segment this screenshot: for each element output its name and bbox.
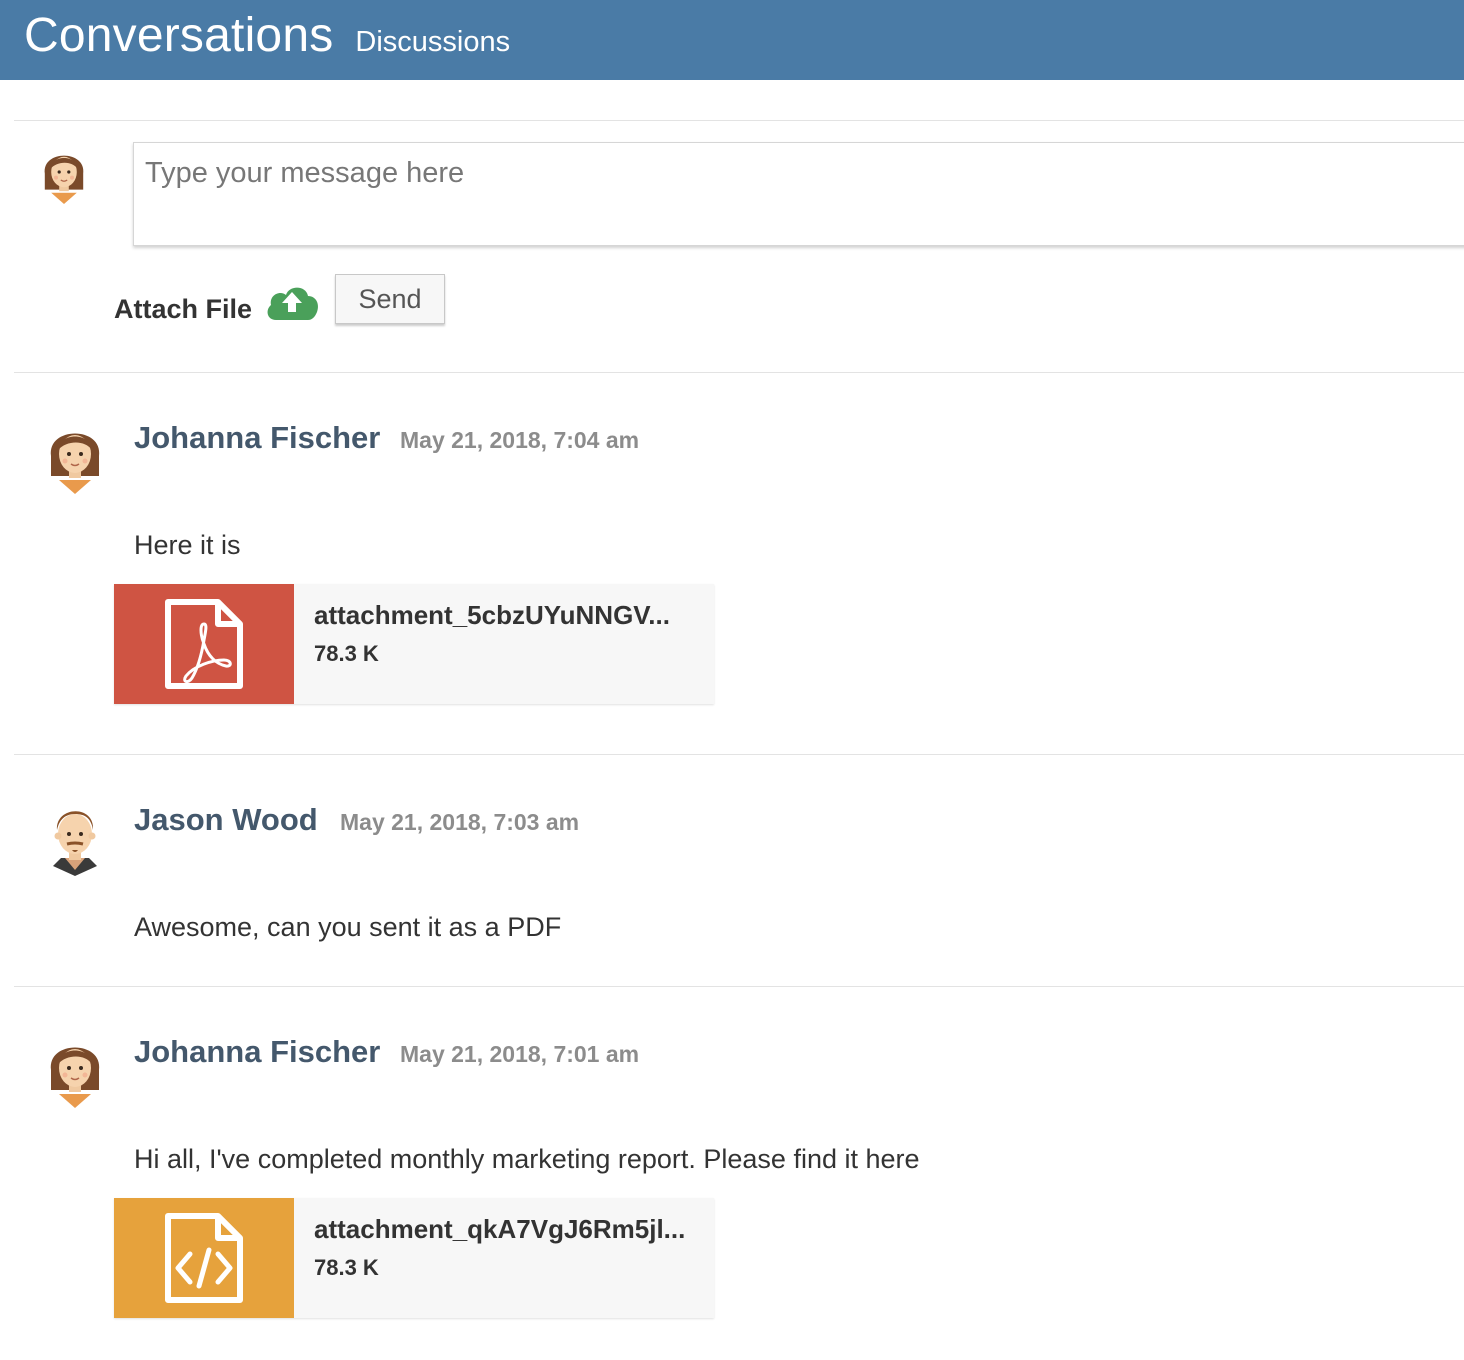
message-author-avatar: [50, 1047, 100, 1108]
divider: [14, 372, 1464, 373]
message-timestamp: May 21, 2018, 7:04 am: [400, 427, 640, 453]
page-title: Conversations: [24, 9, 334, 62]
attachment-filesize: 78.3 K: [314, 641, 379, 666]
message-author-avatar: [53, 811, 97, 876]
attachment-filename[interactable]: attachment_qkA7VgJ6Rm5jl...: [314, 1214, 685, 1245]
attachment-card[interactable]: attachment_qkA7VgJ6Rm5jl... 78.3 K: [114, 1198, 714, 1318]
message-author-avatar: [50, 433, 100, 494]
message-text: Hi all, I've completed monthly marketing…: [134, 1144, 920, 1174]
message-input[interactable]: [134, 143, 1464, 245]
send-button[interactable]: Send: [335, 274, 445, 324]
app-header: Conversations Discussions: [0, 0, 1464, 80]
current-user-avatar: [44, 155, 84, 204]
message-author[interactable]: Johanna Fischer: [134, 420, 380, 456]
attachment-card[interactable]: attachment_5cbzUYuNNGV... 78.3 K: [114, 584, 714, 704]
message-compose-box[interactable]: [133, 142, 1464, 246]
attachment-filename[interactable]: attachment_5cbzUYuNNGV...: [314, 600, 670, 631]
message-text: Awesome, can you sent it as a PDF: [134, 912, 562, 942]
message-text: Here it is: [134, 530, 241, 560]
pdf-file-icon: [165, 599, 243, 689]
divider: [14, 986, 1464, 987]
message-author[interactable]: Johanna Fischer: [134, 1034, 380, 1070]
divider: [14, 120, 1464, 121]
code-thumbnail: [114, 1198, 294, 1318]
attachment-filesize: 78.3 K: [314, 1255, 379, 1280]
code-file-icon: [165, 1213, 243, 1303]
page-subtitle: Discussions: [355, 26, 511, 58]
pdf-thumbnail: [114, 584, 294, 704]
message-author[interactable]: Jason Wood: [134, 802, 318, 838]
attach-file-label: Attach File: [114, 294, 253, 324]
message-timestamp: May 21, 2018, 7:03 am: [340, 809, 580, 835]
divider: [14, 754, 1464, 755]
message-timestamp: May 21, 2018, 7:01 am: [400, 1041, 640, 1067]
cloud-upload-icon[interactable]: [264, 280, 320, 322]
